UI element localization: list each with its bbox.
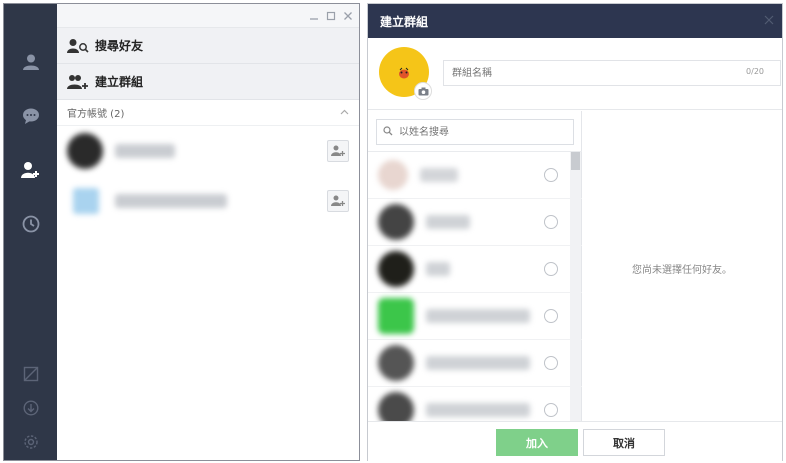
nav-chats-icon[interactable]	[15, 100, 46, 131]
blurred-name	[420, 168, 458, 182]
search-friends-button[interactable]: 搜尋好友	[57, 28, 359, 64]
select-radio[interactable]	[544, 168, 558, 182]
blurred-name	[426, 215, 470, 229]
nav-download-icon[interactable]	[15, 392, 46, 423]
group-info-section: 0/20	[368, 38, 782, 110]
add-friend-button[interactable]	[327, 140, 349, 162]
scrollbar[interactable]	[570, 152, 581, 421]
avatar	[378, 345, 414, 381]
side-nav	[4, 4, 57, 460]
select-radio[interactable]	[544, 356, 558, 370]
select-radio[interactable]	[544, 309, 558, 323]
list-item[interactable]	[368, 340, 582, 387]
selected-friends-area: 您尚未選擇任何好友。	[582, 111, 782, 421]
group-name-input[interactable]	[443, 60, 781, 86]
blurred-name	[115, 194, 227, 208]
maximize-icon[interactable]	[324, 9, 338, 23]
avatar	[378, 392, 414, 421]
avatar	[378, 251, 414, 287]
friends-panel: 搜尋好友 建立群組 官方帳號 (2)	[57, 4, 359, 460]
close-icon[interactable]	[341, 9, 355, 23]
friend-picker-column	[368, 111, 582, 421]
blurred-name	[115, 144, 175, 158]
dialog-footer: 加入 取消	[368, 421, 782, 462]
create-group-icon	[67, 73, 89, 91]
list-item[interactable]	[368, 387, 582, 421]
blurred-name	[426, 356, 530, 370]
list-item[interactable]	[368, 199, 582, 246]
nav-screenshot-icon[interactable]	[15, 358, 46, 389]
join-button[interactable]: 加入	[496, 429, 578, 456]
search-friends-label: 搜尋好友	[95, 39, 144, 53]
empty-selection-message: 您尚未選擇任何好友。	[632, 265, 732, 276]
blurred-name	[426, 403, 530, 417]
nav-add-friend-icon[interactable]	[15, 154, 46, 185]
avatar	[378, 204, 414, 240]
create-group-button[interactable]: 建立群組	[57, 64, 359, 100]
official-accounts-label: 官方帳號 (2)	[67, 109, 125, 120]
official-accounts-header[interactable]: 官方帳號 (2)	[57, 100, 359, 126]
blurred-name	[426, 309, 530, 323]
list-item[interactable]	[368, 293, 582, 340]
search-box[interactable]	[376, 119, 574, 145]
dialog-title: 建立群組	[380, 14, 429, 29]
create-group-label: 建立群組	[95, 75, 144, 89]
create-group-dialog: 建立群組 0/20	[367, 3, 783, 462]
cancel-button[interactable]: 取消	[583, 429, 665, 456]
list-item[interactable]	[57, 176, 359, 226]
contact-list[interactable]	[368, 151, 582, 421]
window-titlebar	[57, 4, 359, 28]
avatar	[378, 160, 408, 190]
search-input[interactable]	[397, 125, 557, 139]
avatar	[67, 133, 103, 169]
blurred-name	[426, 262, 450, 276]
select-radio[interactable]	[544, 403, 558, 417]
group-name-counter: 0/20	[746, 67, 764, 76]
nav-settings-gear-icon[interactable]	[15, 426, 46, 457]
search-icon	[383, 125, 393, 139]
dialog-header: 建立群組	[368, 4, 782, 38]
group-avatar[interactable]	[378, 46, 434, 102]
nav-history-clock-icon[interactable]	[15, 208, 46, 239]
chevron-up-icon[interactable]	[340, 107, 349, 118]
list-item[interactable]	[368, 246, 582, 293]
minimize-icon[interactable]	[307, 9, 321, 23]
scroll-thumb[interactable]	[571, 152, 580, 170]
avatar	[73, 188, 99, 214]
select-radio[interactable]	[544, 215, 558, 229]
select-radio[interactable]	[544, 262, 558, 276]
camera-icon[interactable]	[414, 82, 432, 100]
avatar	[378, 298, 414, 334]
list-item[interactable]	[368, 152, 582, 199]
add-friend-button[interactable]	[327, 190, 349, 212]
close-icon[interactable]	[764, 14, 776, 26]
friends-window: 搜尋好友 建立群組 官方帳號 (2)	[3, 3, 360, 461]
list-item[interactable]	[57, 126, 359, 176]
search-friend-icon	[67, 37, 89, 55]
nav-friends-icon[interactable]	[15, 46, 46, 77]
